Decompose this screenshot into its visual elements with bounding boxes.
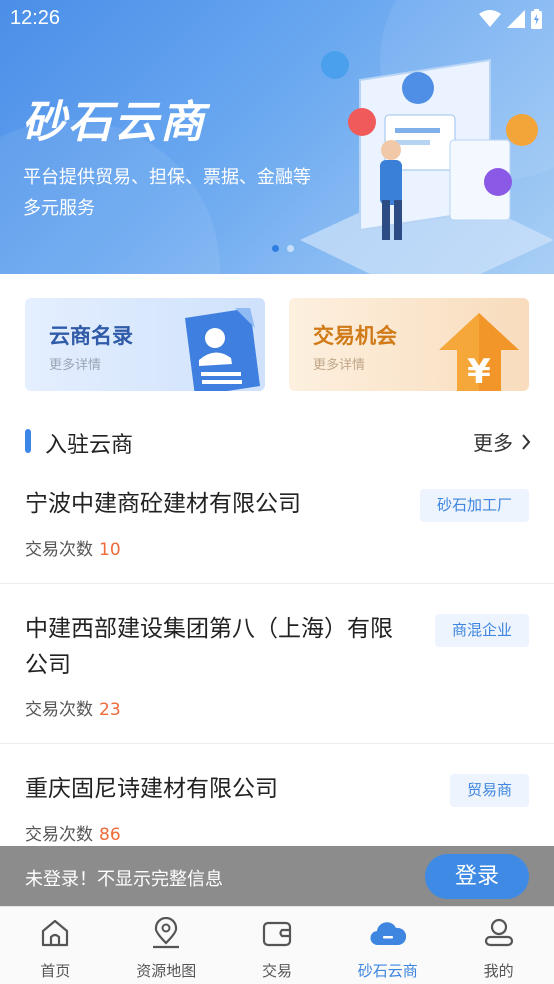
signal-icon <box>507 10 525 28</box>
tab-trade[interactable]: 交易 <box>222 907 333 984</box>
trade-count-value: 10 <box>99 540 121 560</box>
banner-title: 砂石云商 <box>22 97 206 148</box>
carousel-indicator <box>272 245 294 252</box>
tab-sand-cloud[interactable]: 砂石云商 <box>332 907 443 984</box>
company-list-item[interactable]: 中建西部建设集团第八（上海）有限公司 交易次数 23 商混企业 <box>0 584 554 744</box>
carousel-dot-active <box>272 245 279 252</box>
trade-count-label: 交易次数 <box>25 825 93 845</box>
company-list-item[interactable]: 重庆固尼诗建材有限公司 交易次数 86 贸易商 <box>0 744 554 856</box>
section-title: 入驻云商 <box>45 433 134 458</box>
trade-opportunity-card[interactable]: 交易机会 更多详情 ¥ <box>289 298 529 391</box>
company-name: 中建西部建设集团第八（上海）有限公司 <box>25 616 393 678</box>
trade-count: 交易次数 10 <box>25 535 121 560</box>
login-message: 未登录！不显示完整信息 <box>25 869 223 890</box>
trade-count: 交易次数 23 <box>25 695 121 720</box>
login-button[interactable]: 登录 <box>425 854 529 899</box>
status-bar: 12:26 <box>0 0 554 38</box>
map-pin-icon <box>153 917 180 949</box>
card-title: 交易机会 <box>313 324 397 348</box>
directory-card[interactable]: 云商名录 更多详情 <box>25 298 265 391</box>
section-header: 入驻云商 更多 <box>25 424 531 460</box>
tab-home[interactable]: 首页 <box>0 907 111 984</box>
wifi-icon <box>479 10 501 27</box>
business-card-icon <box>185 308 260 391</box>
carousel-dot <box>287 245 294 252</box>
card-subtitle: 更多详情 <box>313 358 366 373</box>
company-type-tag: 商混企业 <box>434 614 529 647</box>
tab-label: 资源地图 <box>136 962 197 980</box>
trade-count-value: 23 <box>99 700 121 720</box>
banner-subtitle: 平台提供贸易、担保、票据、金融等多元服务 <box>23 167 311 219</box>
status-time: 12:26 <box>10 7 61 29</box>
home-icon <box>42 919 69 947</box>
chevron-right-icon <box>522 433 531 450</box>
battery-icon <box>531 9 542 29</box>
business-illustration <box>300 51 554 274</box>
login-prompt-bar: 未登录！不显示完整信息 登录 <box>0 846 554 906</box>
tab-mine[interactable]: 我的 <box>443 907 554 984</box>
tab-label: 交易 <box>261 962 292 980</box>
card-title: 云商名录 <box>49 324 133 348</box>
trade-count: 交易次数 86 <box>25 820 121 845</box>
company-list-item[interactable]: 宁波中建商砼建材有限公司 交易次数 10 砂石加工厂 <box>0 472 554 584</box>
bottom-tab-bar: 首页 资源地图 交易 砂石云商 我的 <box>0 906 554 984</box>
trade-count-value: 86 <box>99 825 121 845</box>
yuan-arrow-icon: ¥ <box>439 313 519 391</box>
company-type-tag: 贸易商 <box>449 774 529 807</box>
user-icon <box>484 918 513 947</box>
section-accent-bar <box>25 429 31 453</box>
company-name: 宁波中建商砼建材有限公司 <box>25 491 301 517</box>
cloud-icon <box>370 922 406 946</box>
trade-count-label: 交易次数 <box>25 540 93 560</box>
tab-label: 我的 <box>483 962 514 980</box>
tab-resource-map[interactable]: 资源地图 <box>111 907 222 984</box>
company-name: 重庆固尼诗建材有限公司 <box>25 776 278 802</box>
company-type-tag: 砂石加工厂 <box>419 489 529 522</box>
card-subtitle: 更多详情 <box>49 358 102 373</box>
wallet-icon <box>262 921 292 947</box>
tab-label: 砂石云商 <box>357 962 418 980</box>
tab-label: 首页 <box>40 962 71 980</box>
more-link[interactable]: 更多 <box>473 427 531 456</box>
more-label: 更多 <box>473 431 513 455</box>
svg-text:¥: ¥ <box>467 352 491 391</box>
trade-count-label: 交易次数 <box>25 700 93 720</box>
banner-carousel[interactable]: 12:26 砂石云商 平台提供贸易、担保、票据、金融等多元服务 <box>0 0 554 274</box>
